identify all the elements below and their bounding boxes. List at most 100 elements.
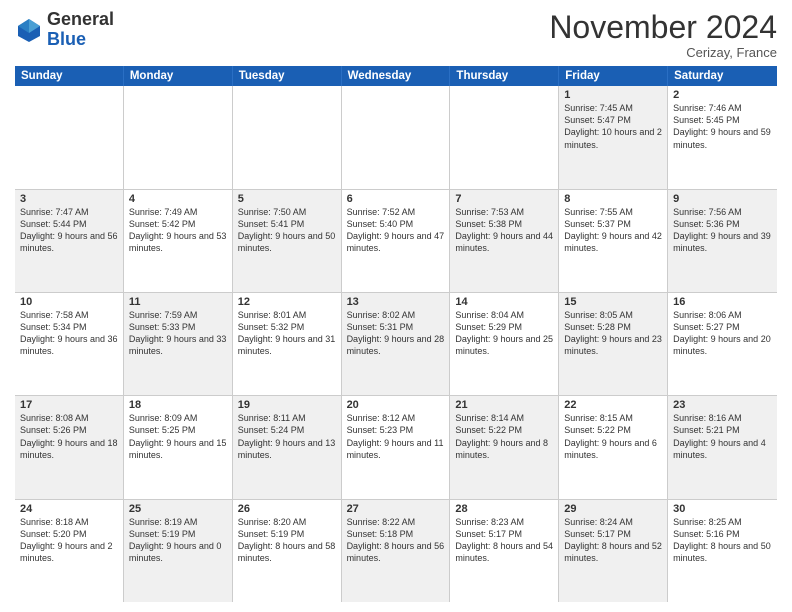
calendar-header: SundayMondayTuesdayWednesdayThursdayFrid…: [15, 66, 777, 86]
cal-cell: 23Sunrise: 8:16 AM Sunset: 5:21 PM Dayli…: [668, 396, 777, 498]
cal-cell: 12Sunrise: 8:01 AM Sunset: 5:32 PM Dayli…: [233, 293, 342, 395]
day-info: Sunrise: 8:09 AM Sunset: 5:25 PM Dayligh…: [129, 412, 227, 461]
day-info: Sunrise: 8:05 AM Sunset: 5:28 PM Dayligh…: [564, 309, 662, 358]
cal-cell: 30Sunrise: 8:25 AM Sunset: 5:16 PM Dayli…: [668, 500, 777, 602]
day-number: 6: [347, 193, 445, 205]
day-info: Sunrise: 8:25 AM Sunset: 5:16 PM Dayligh…: [673, 516, 772, 565]
day-number: 29: [564, 503, 662, 515]
cal-cell: [450, 86, 559, 188]
location: Cerizay, France: [549, 45, 777, 60]
cal-cell: 26Sunrise: 8:20 AM Sunset: 5:19 PM Dayli…: [233, 500, 342, 602]
day-number: 30: [673, 503, 772, 515]
week-row-1: 3Sunrise: 7:47 AM Sunset: 5:44 PM Daylig…: [15, 190, 777, 293]
day-number: 14: [455, 296, 553, 308]
page: General Blue November 2024 Cerizay, Fran…: [0, 0, 792, 612]
day-info: Sunrise: 8:20 AM Sunset: 5:19 PM Dayligh…: [238, 516, 336, 565]
header-day-friday: Friday: [559, 66, 668, 86]
day-info: Sunrise: 8:22 AM Sunset: 5:18 PM Dayligh…: [347, 516, 445, 565]
day-number: 9: [673, 193, 772, 205]
logo-line2: Blue: [47, 30, 114, 50]
header-day-tuesday: Tuesday: [233, 66, 342, 86]
header-day-sunday: Sunday: [15, 66, 124, 86]
cal-cell: 1Sunrise: 7:45 AM Sunset: 5:47 PM Daylig…: [559, 86, 668, 188]
day-number: 17: [20, 399, 118, 411]
day-info: Sunrise: 7:52 AM Sunset: 5:40 PM Dayligh…: [347, 206, 445, 255]
cal-cell: 19Sunrise: 8:11 AM Sunset: 5:24 PM Dayli…: [233, 396, 342, 498]
cal-cell: 13Sunrise: 8:02 AM Sunset: 5:31 PM Dayli…: [342, 293, 451, 395]
day-info: Sunrise: 8:23 AM Sunset: 5:17 PM Dayligh…: [455, 516, 553, 565]
day-info: Sunrise: 8:24 AM Sunset: 5:17 PM Dayligh…: [564, 516, 662, 565]
day-info: Sunrise: 8:18 AM Sunset: 5:20 PM Dayligh…: [20, 516, 118, 565]
day-info: Sunrise: 8:02 AM Sunset: 5:31 PM Dayligh…: [347, 309, 445, 358]
day-info: Sunrise: 7:58 AM Sunset: 5:34 PM Dayligh…: [20, 309, 118, 358]
cal-cell: 21Sunrise: 8:14 AM Sunset: 5:22 PM Dayli…: [450, 396, 559, 498]
cal-cell: 2Sunrise: 7:46 AM Sunset: 5:45 PM Daylig…: [668, 86, 777, 188]
day-number: 5: [238, 193, 336, 205]
day-info: Sunrise: 7:59 AM Sunset: 5:33 PM Dayligh…: [129, 309, 227, 358]
cal-cell: 9Sunrise: 7:56 AM Sunset: 5:36 PM Daylig…: [668, 190, 777, 292]
cal-cell: 24Sunrise: 8:18 AM Sunset: 5:20 PM Dayli…: [15, 500, 124, 602]
day-number: 3: [20, 193, 118, 205]
day-number: 18: [129, 399, 227, 411]
header-day-wednesday: Wednesday: [342, 66, 451, 86]
cal-cell: 5Sunrise: 7:50 AM Sunset: 5:41 PM Daylig…: [233, 190, 342, 292]
day-number: 1: [564, 89, 662, 101]
day-number: 13: [347, 296, 445, 308]
month-title: November 2024: [549, 10, 777, 45]
day-info: Sunrise: 7:46 AM Sunset: 5:45 PM Dayligh…: [673, 102, 772, 151]
cal-cell: 22Sunrise: 8:15 AM Sunset: 5:22 PM Dayli…: [559, 396, 668, 498]
cal-cell: 28Sunrise: 8:23 AM Sunset: 5:17 PM Dayli…: [450, 500, 559, 602]
day-number: 11: [129, 296, 227, 308]
header-day-saturday: Saturday: [668, 66, 777, 86]
day-info: Sunrise: 8:06 AM Sunset: 5:27 PM Dayligh…: [673, 309, 772, 358]
day-number: 12: [238, 296, 336, 308]
day-info: Sunrise: 8:04 AM Sunset: 5:29 PM Dayligh…: [455, 309, 553, 358]
day-info: Sunrise: 7:56 AM Sunset: 5:36 PM Dayligh…: [673, 206, 772, 255]
day-number: 27: [347, 503, 445, 515]
cal-cell: 16Sunrise: 8:06 AM Sunset: 5:27 PM Dayli…: [668, 293, 777, 395]
day-info: Sunrise: 8:12 AM Sunset: 5:23 PM Dayligh…: [347, 412, 445, 461]
cal-cell: 6Sunrise: 7:52 AM Sunset: 5:40 PM Daylig…: [342, 190, 451, 292]
cal-cell: [342, 86, 451, 188]
day-info: Sunrise: 7:49 AM Sunset: 5:42 PM Dayligh…: [129, 206, 227, 255]
day-number: 26: [238, 503, 336, 515]
day-info: Sunrise: 8:14 AM Sunset: 5:22 PM Dayligh…: [455, 412, 553, 461]
cal-cell: 3Sunrise: 7:47 AM Sunset: 5:44 PM Daylig…: [15, 190, 124, 292]
day-number: 8: [564, 193, 662, 205]
cal-cell: 17Sunrise: 8:08 AM Sunset: 5:26 PM Dayli…: [15, 396, 124, 498]
week-row-0: 1Sunrise: 7:45 AM Sunset: 5:47 PM Daylig…: [15, 86, 777, 189]
cal-cell: 29Sunrise: 8:24 AM Sunset: 5:17 PM Dayli…: [559, 500, 668, 602]
cal-cell: 14Sunrise: 8:04 AM Sunset: 5:29 PM Dayli…: [450, 293, 559, 395]
calendar-body: 1Sunrise: 7:45 AM Sunset: 5:47 PM Daylig…: [15, 86, 777, 602]
cal-cell: 15Sunrise: 8:05 AM Sunset: 5:28 PM Dayli…: [559, 293, 668, 395]
day-info: Sunrise: 7:55 AM Sunset: 5:37 PM Dayligh…: [564, 206, 662, 255]
cal-cell: 8Sunrise: 7:55 AM Sunset: 5:37 PM Daylig…: [559, 190, 668, 292]
cal-cell: 18Sunrise: 8:09 AM Sunset: 5:25 PM Dayli…: [124, 396, 233, 498]
day-number: 20: [347, 399, 445, 411]
day-number: 15: [564, 296, 662, 308]
day-info: Sunrise: 8:11 AM Sunset: 5:24 PM Dayligh…: [238, 412, 336, 461]
day-info: Sunrise: 7:53 AM Sunset: 5:38 PM Dayligh…: [455, 206, 553, 255]
day-number: 4: [129, 193, 227, 205]
cal-cell: 27Sunrise: 8:22 AM Sunset: 5:18 PM Dayli…: [342, 500, 451, 602]
header-day-monday: Monday: [124, 66, 233, 86]
cal-cell: 7Sunrise: 7:53 AM Sunset: 5:38 PM Daylig…: [450, 190, 559, 292]
header: General Blue November 2024 Cerizay, Fran…: [15, 10, 777, 60]
cal-cell: 4Sunrise: 7:49 AM Sunset: 5:42 PM Daylig…: [124, 190, 233, 292]
day-number: 25: [129, 503, 227, 515]
cal-cell: 10Sunrise: 7:58 AM Sunset: 5:34 PM Dayli…: [15, 293, 124, 395]
day-number: 24: [20, 503, 118, 515]
day-info: Sunrise: 7:47 AM Sunset: 5:44 PM Dayligh…: [20, 206, 118, 255]
day-number: 19: [238, 399, 336, 411]
cal-cell: [124, 86, 233, 188]
day-info: Sunrise: 8:19 AM Sunset: 5:19 PM Dayligh…: [129, 516, 227, 565]
day-number: 16: [673, 296, 772, 308]
day-number: 7: [455, 193, 553, 205]
day-info: Sunrise: 8:16 AM Sunset: 5:21 PM Dayligh…: [673, 412, 772, 461]
day-info: Sunrise: 7:50 AM Sunset: 5:41 PM Dayligh…: [238, 206, 336, 255]
day-info: Sunrise: 8:01 AM Sunset: 5:32 PM Dayligh…: [238, 309, 336, 358]
day-number: 22: [564, 399, 662, 411]
day-info: Sunrise: 7:45 AM Sunset: 5:47 PM Dayligh…: [564, 102, 662, 151]
day-number: 28: [455, 503, 553, 515]
cal-cell: [233, 86, 342, 188]
